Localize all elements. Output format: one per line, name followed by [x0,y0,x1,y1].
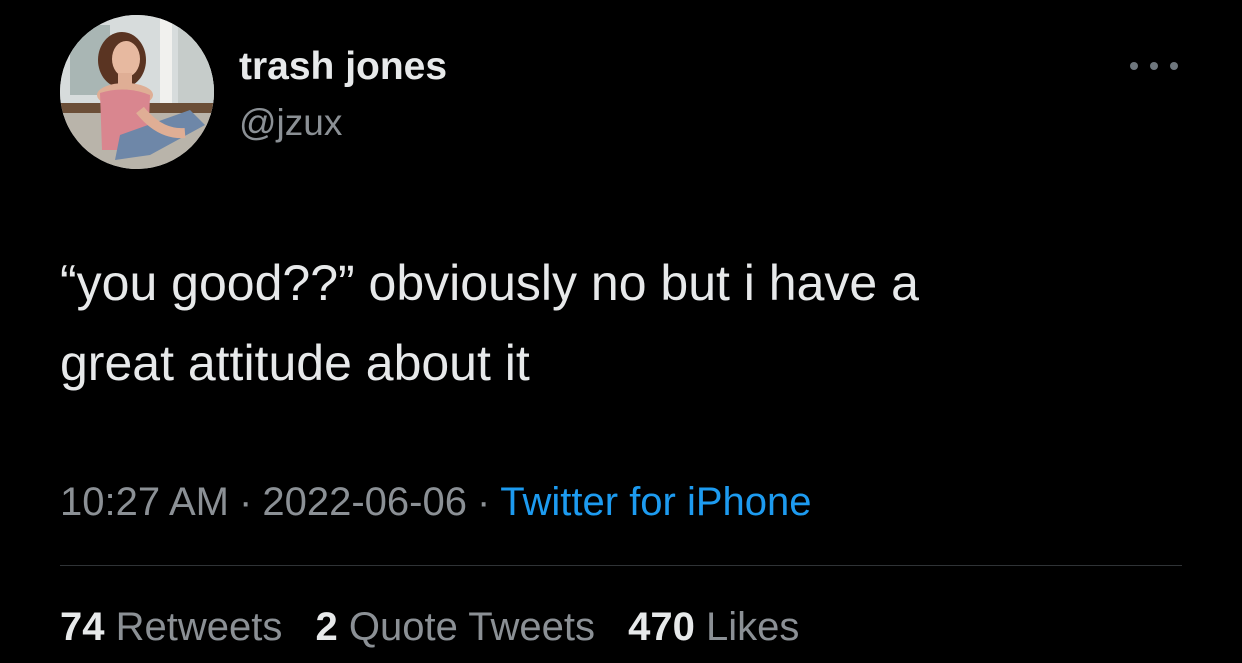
more-horizontal-icon-dot [1150,62,1158,70]
tweet-card: trash jones @jzux “you good??” obviously… [0,0,1242,663]
likes-stat[interactable]: 470 Likes [628,605,799,649]
tweet-time[interactable]: 10:27 AM [60,480,229,524]
quote-tweets-label: Quote Tweets [348,605,595,649]
retweets-label: Retweets [115,605,283,649]
retweets-count: 74 [60,605,105,649]
quote-tweets-stat[interactable]: 2 Quote Tweets [316,605,595,649]
tweet-stats: 74 Retweets 2 Quote Tweets 470 Likes [60,602,821,652]
retweets-stat[interactable]: 74 Retweets [60,605,282,649]
more-horizontal-icon-dot [1170,62,1178,70]
meta-separator: · [239,480,253,524]
quote-tweets-count: 2 [315,605,338,649]
more-horizontal-icon [1130,62,1138,70]
likes-label: Likes [705,605,800,649]
likes-count: 470 [628,605,695,649]
tweet-text: “you good??” obviously no but i have a g… [60,255,919,391]
author-display-name[interactable]: trash jones [239,44,447,90]
avatar-photo [60,15,214,169]
author-handle[interactable]: @jzux [239,101,342,145]
avatar[interactable] [60,15,214,169]
meta-separator: · [476,480,491,524]
more-options-button[interactable] [1128,52,1180,80]
tweet-date[interactable]: 2022-06-06 [262,480,467,524]
divider [60,565,1182,566]
tweet-meta: 10:27 AM · 2022-06-06 · Twitter for iPhone [60,477,812,527]
tweet-source-link[interactable]: Twitter for iPhone [500,480,811,524]
